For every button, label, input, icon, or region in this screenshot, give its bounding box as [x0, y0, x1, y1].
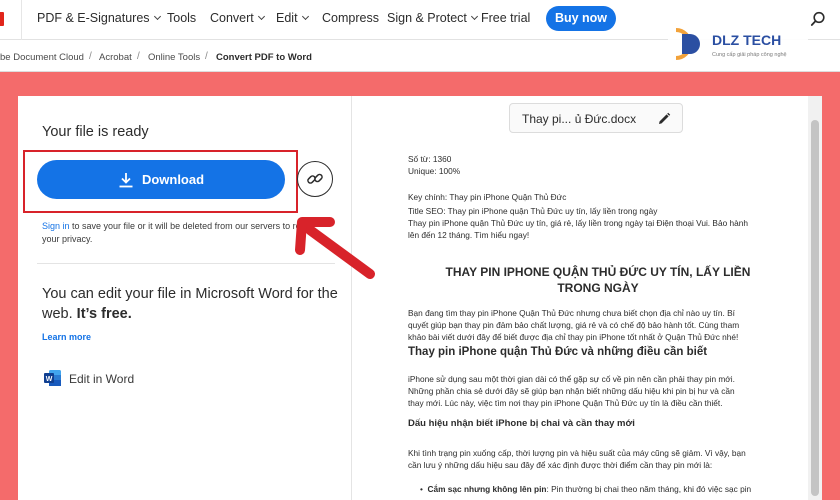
doc-h3: Dấu hiệu nhận biết iPhone bị chai và cần…	[408, 418, 635, 429]
chevron-down-icon	[470, 12, 478, 21]
nav-pdf-esignatures[interactable]: PDF & E-Signatures	[37, 11, 161, 25]
file-ready-title: Your file is ready	[42, 124, 149, 140]
breadcrumb-separator: /	[89, 51, 92, 62]
edit-in-word-heading: You can edit your file in Microsoft Word…	[42, 284, 342, 324]
edit-heading-free: It’s free.	[76, 306, 132, 322]
dlz-brand-text: DLZ TECH	[712, 32, 781, 48]
doc-title-seo: Title SEO: Thay pin iPhone quận Thủ Đức …	[408, 206, 658, 216]
breadcrumb-acrobat[interactable]: Acrobat	[99, 52, 132, 63]
buy-now-button[interactable]: Buy now	[546, 6, 616, 31]
doc-bullet-item: • Cắm sạc nhưng không lên pin: Pin thườn…	[420, 484, 800, 495]
dlz-tagline: Cung cấp giải pháp công nghệ	[712, 52, 787, 58]
nav-convert[interactable]: Convert	[210, 11, 265, 25]
doc-p3-line2: cần lưu ý những dấu hiệu sau đây để xác …	[408, 460, 713, 470]
doc-p3-line1: Khi tình trạng pin xuống cấp, thời lượng…	[408, 448, 746, 458]
search-icon[interactable]	[810, 11, 826, 27]
nav-compress[interactable]: Compress	[322, 11, 379, 25]
learn-more-link[interactable]: Learn more	[42, 332, 91, 342]
doc-p1-line2: quyết giúp bạn thay pin đảm bảo chất lượ…	[408, 320, 740, 330]
bullet-rest: : Pin thường bị chai theo năm tháng, khi…	[546, 484, 752, 494]
nav-edit[interactable]: Edit	[276, 11, 309, 25]
signin-notice-line1: to save your file or it will be deleted …	[69, 221, 311, 231]
scrollbar-thumb[interactable]	[811, 120, 819, 496]
breadcrumb-separator: /	[205, 51, 208, 62]
doc-unique: Unique: 100%	[408, 166, 461, 176]
doc-keyword: Key chính: Thay pin iPhone Quận Thủ Đức	[408, 192, 567, 202]
red-arrow-icon	[295, 217, 375, 279]
pencil-icon[interactable]	[657, 112, 671, 126]
bullet-bold: Cắm sạc nhưng không lên pin	[427, 484, 547, 494]
doc-h2: Thay pin iPhone quận Thủ Đức và những đi…	[408, 346, 708, 358]
breadcrumb-separator: /	[137, 51, 140, 62]
bullet-dot: •	[420, 484, 428, 494]
signin-notice-line2: your privacy.	[42, 234, 93, 244]
adobe-logo-icon[interactable]	[0, 12, 4, 26]
nav-divider	[21, 0, 22, 40]
highlight-box	[23, 150, 298, 213]
edit-in-word-link[interactable]: Edit in Word	[69, 372, 134, 386]
doc-meta-line1: Thay pin iPhone quận Thủ Đức uy tín, giá…	[408, 218, 748, 228]
chevron-down-icon	[301, 12, 309, 21]
svg-text:W: W	[46, 376, 53, 383]
doc-p1-line1: Bạn đang tìm thay pin iPhone Quận Thủ Đứ…	[408, 308, 735, 318]
filename: Thay pi... ủ Đức.docx	[522, 112, 637, 126]
share-link-button[interactable]	[297, 161, 333, 197]
doc-p2-line3: thay mới. Lúc này, việc tìm nơi thay pin…	[408, 398, 723, 408]
left-panel: Your file is ready Download Sign in to s…	[18, 96, 352, 500]
doc-meta-line2: lên đến 12 tháng. Tìm hiểu ngay!	[408, 230, 530, 240]
doc-p1-line3: khảo bài viết dưới đây để biết được địa …	[408, 332, 739, 342]
breadcrumb-online-tools[interactable]: Online Tools	[148, 52, 200, 63]
doc-h1-line1: THAY PIN IPHONE QUẬN THỦ ĐỨC UY TÍN, LẤY…	[445, 265, 751, 279]
doc-p2-line2: Những phần chia sẻ dưới đây sẽ giúp bạn …	[408, 386, 735, 396]
doc-word-count: Số từ: 1360	[408, 154, 452, 164]
link-icon	[307, 173, 323, 184]
breadcrumb-document-cloud[interactable]: be Document Cloud	[0, 52, 84, 63]
dlz-tech-logo: DLZ TECH Cung cấp giải pháp công nghệ	[668, 18, 808, 70]
nav-sign-protect[interactable]: Sign & Protect	[387, 11, 478, 25]
doc-h1-line2: TRONG NGÀY	[557, 281, 639, 295]
chevron-down-icon	[153, 12, 161, 21]
signin-link[interactable]: Sign in	[42, 221, 70, 231]
filename-pill[interactable]: Thay pi... ủ Đức.docx	[509, 103, 683, 133]
doc-p2-line1: iPhone sử dụng sau một thời gian dài có …	[408, 374, 735, 384]
chevron-down-icon	[257, 12, 265, 21]
signin-notice: Sign in to save your file or it will be …	[42, 220, 332, 246]
nav-free-trial[interactable]: Free trial	[481, 11, 530, 25]
conversion-result-card: Your file is ready Download Sign in to s…	[18, 96, 822, 500]
nav-tools[interactable]: Tools	[167, 11, 196, 25]
breadcrumb-current: Convert PDF to Word	[216, 52, 312, 63]
word-icon: W	[44, 370, 61, 386]
